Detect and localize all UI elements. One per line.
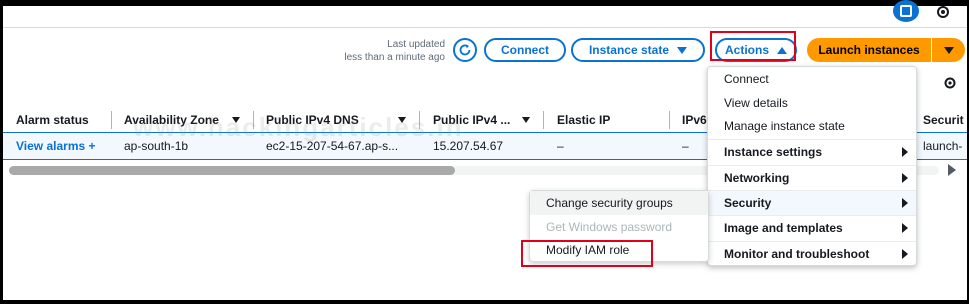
sort-caret-icon[interactable] [232,117,240,123]
menu-item-manage-instance-state[interactable]: Manage instance state [708,114,916,138]
menu-item-label: Monitor and troubleshoot [724,247,870,261]
sort-caret-icon[interactable] [398,117,406,123]
column-divider[interactable] [419,111,420,129]
col-ipv6[interactable]: IPv6 [682,111,707,129]
column-divider[interactable] [543,111,544,129]
actions-highlight-box [710,31,796,61]
caret-down-icon [677,46,688,54]
menu-item-label: Networking [724,171,790,185]
menu-item-monitor-and-troubleshoot[interactable]: Monitor and troubleshoot [708,242,916,266]
caret-down-icon [943,46,954,54]
menu-item-connect[interactable]: Connect [708,67,916,91]
settings-gear-icon[interactable] [943,76,957,90]
submenu-item-change-security-groups[interactable]: Change security groups [530,191,708,215]
menu-item-label: Security [724,196,772,210]
last-updated-value: less than a minute ago [344,52,445,63]
col-security[interactable]: Securit [923,111,964,129]
bottom-border [0,300,969,304]
instance-state-label: Instance state [588,43,670,57]
menu-item-networking[interactable]: Networking [708,166,916,190]
column-divider[interactable] [669,111,670,129]
scroll-right-icon[interactable] [948,164,956,176]
header-divider [3,27,967,28]
sort-caret-icon[interactable] [522,117,530,123]
connect-button[interactable]: Connect [484,38,566,62]
col-public-ipv4[interactable]: Public IPv4 ... [433,111,510,129]
gear-icon[interactable] [935,4,951,20]
submenu-item-get-windows-password: Get Windows password [530,215,708,239]
menu-item-image-and-templates[interactable]: Image and templates [708,216,916,240]
chevron-right-icon [902,223,908,233]
menu-item-instance-settings[interactable]: Instance settings [708,140,916,164]
ec2-console-frame: Last updated less than a minute ago Conn… [3,0,967,300]
top-border [3,0,967,6]
launch-instances-button[interactable]: Launch instances [807,38,931,62]
launch-instances-split-button[interactable] [932,38,965,62]
col-elastic-ip[interactable]: Elastic IP [557,111,610,129]
cell-public-ip: 15.207.54.67 [433,139,504,153]
column-divider[interactable] [253,111,254,129]
menu-item-label: View details [724,96,788,110]
horizontal-scrollbar-thumb[interactable] [9,166,455,175]
last-updated-label: Last updated [387,39,445,50]
menu-item-view-details[interactable]: View details [708,91,916,115]
view-alarms-link[interactable]: View alarms + [16,139,96,153]
refresh-icon [459,44,471,56]
col-public-ipv4-dns[interactable]: Public IPv4 DNS [266,111,359,129]
cell-security: launch- [923,139,963,153]
modify-iam-role-highlight-box [521,240,653,267]
chevron-right-icon [902,147,908,157]
menu-item-security[interactable]: Security [708,191,916,215]
chevron-right-icon [902,198,908,208]
menu-item-label: Instance settings [724,145,823,159]
cell-public-dns: ec2-15-207-54-67.ap-s... [266,139,399,153]
launch-instances-label: Launch instances [818,43,920,57]
chevron-right-icon [902,249,908,259]
submenu-item-label: Change security groups [546,196,673,210]
menu-item-label: Connect [724,72,769,86]
submenu-item-label: Get Windows password [546,220,673,234]
last-updated-text: Last updated less than a minute ago [333,38,445,64]
actions-menu: Connect View details Manage instance sta… [707,66,917,266]
instance-state-button[interactable]: Instance state [571,38,705,62]
menu-item-label: Image and templates [724,221,843,235]
col-alarm-status[interactable]: Alarm status [16,111,89,129]
refresh-button[interactable] [453,38,477,62]
save-icon[interactable] [893,0,919,22]
cell-elastic-ip: – [557,139,564,153]
chevron-right-icon [902,173,908,183]
connect-label: Connect [501,43,549,57]
menu-item-label: Manage instance state [724,119,845,133]
cell-ipv6: – [682,139,689,153]
column-divider[interactable] [111,111,112,129]
cell-availability-zone: ap-south-1b [124,139,189,153]
col-availability-zone[interactable]: Availability Zone [124,111,219,129]
